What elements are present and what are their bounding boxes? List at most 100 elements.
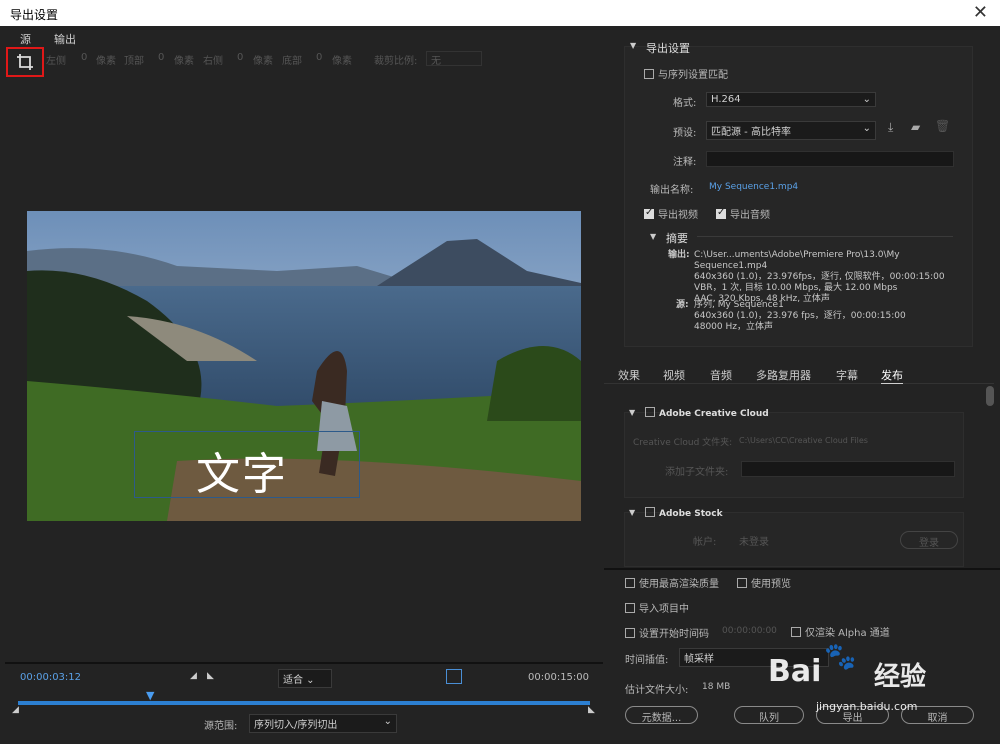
- zoom-fit-value: 适合: [283, 675, 303, 686]
- summary-source-line: 序列, My Sequence1: [694, 300, 784, 310]
- stock-chevron-icon[interactable]: ▼: [629, 508, 635, 517]
- summary-source-details: 序列, My Sequence1 640x360 (1.0)，23.976 fp…: [694, 300, 964, 333]
- tab-video[interactable]: 视频: [663, 367, 685, 383]
- watermark-brand-cn: 经验: [874, 662, 927, 692]
- cc-subfolder-input[interactable]: [741, 461, 955, 477]
- export-audio-label: 导出音频: [730, 210, 770, 221]
- cc-chevron-icon[interactable]: ▼: [629, 408, 635, 417]
- current-timecode[interactable]: 00:00:03:12: [20, 672, 81, 683]
- max-quality-checkbox[interactable]: 使用最高渲染质量: [625, 575, 719, 590]
- crop-px-label: 像素: [253, 56, 273, 67]
- timeline-range-bar[interactable]: [18, 701, 590, 705]
- alpha-only-label: 仅渲染 Alpha 通道: [805, 628, 890, 639]
- login-button[interactable]: 登录: [900, 531, 958, 549]
- creative-cloud-section: [624, 412, 964, 498]
- export-settings-header: 导出设置: [646, 42, 690, 55]
- export-video-checkbox[interactable]: 导出视频: [644, 206, 698, 221]
- set-start-tc-label: 设置开始时间码: [639, 629, 709, 640]
- stock-header: Adobe Stock: [659, 509, 723, 519]
- crop-settings-bar: 左侧 0 像素 顶部 0 像素 右侧 0 像素 底部 0 像素 裁剪比例: 无: [46, 51, 596, 68]
- cc-folder-value[interactable]: C:\Users\CC\Creative Cloud Files: [739, 436, 868, 445]
- summary-output-details: C:\User...uments\Adobe\Premiere Pro\13.0…: [694, 250, 964, 305]
- baidu-watermark: Bai 🐾 经验 jingyan.baidu.com: [760, 642, 960, 720]
- tab-source[interactable]: 源: [20, 31, 31, 48]
- crop-bottom-label: 底部: [282, 56, 302, 67]
- import-project-checkbox[interactable]: 导入项目中: [625, 600, 689, 615]
- mark-in-icon[interactable]: ◢: [190, 671, 197, 681]
- stock-account-value: 未登录: [739, 537, 769, 548]
- summary-header: 摘要: [666, 232, 688, 245]
- metadata-button[interactable]: 元数据...: [625, 706, 698, 724]
- tab-captions[interactable]: 字幕: [836, 367, 858, 383]
- crop-top-label: 顶部: [124, 56, 144, 67]
- summary-source-line: 48000 Hz，立体声: [694, 322, 773, 332]
- export-audio-checkbox[interactable]: 导出音频: [716, 206, 770, 221]
- in-point-icon[interactable]: ◢: [12, 705, 19, 715]
- crop-px-label: 像素: [96, 56, 116, 67]
- summary-chevron-icon[interactable]: ▼: [650, 232, 656, 241]
- filesize-label: 估计文件大小:: [625, 685, 689, 696]
- filesize-value: 18 MB: [702, 682, 731, 692]
- use-preview-checkbox[interactable]: 使用预览: [737, 575, 791, 590]
- cc-checkbox[interactable]: Adobe Creative Cloud: [645, 407, 769, 419]
- alpha-only-checkbox[interactable]: 仅渲染 Alpha 通道: [791, 624, 890, 639]
- cc-header: Adobe Creative Cloud: [659, 409, 769, 419]
- tab-output[interactable]: 输出: [54, 31, 76, 47]
- comment-label: 注释:: [673, 157, 697, 168]
- scrollbar-thumb[interactable]: [986, 386, 994, 406]
- format-value: H.264: [711, 94, 741, 105]
- paw-icon: 🐾: [824, 642, 857, 672]
- source-range-select[interactable]: 序列切入/序列切出 ⌄: [249, 714, 397, 733]
- match-sequence-checkbox[interactable]: 与序列设置匹配: [644, 66, 728, 81]
- summary-divider: [697, 236, 953, 237]
- mark-out-icon[interactable]: ◣: [207, 671, 214, 681]
- cc-subfolder-label: 添加子文件夹:: [665, 467, 729, 478]
- comment-input[interactable]: [706, 151, 954, 167]
- window-title: 导出设置: [10, 8, 59, 22]
- playhead-icon[interactable]: ▼: [146, 689, 154, 702]
- crop-ratio-label: 裁剪比例:: [374, 56, 418, 67]
- stock-checkbox[interactable]: Adobe Stock: [645, 507, 723, 519]
- time-interp-label: 时间插值:: [625, 655, 669, 666]
- crop-px-label: 像素: [332, 56, 352, 67]
- crop-left-value[interactable]: 0: [81, 52, 87, 63]
- crop-icon: [17, 54, 33, 70]
- tab-publish[interactable]: 发布: [881, 367, 903, 384]
- cc-folder-label: Creative Cloud 文件夹:: [633, 438, 733, 448]
- set-start-tc-checkbox[interactable]: 设置开始时间码: [625, 625, 709, 640]
- start-timecode[interactable]: 00:00:00:00: [722, 626, 777, 636]
- output-name-label: 输出名称:: [650, 185, 694, 196]
- preset-value: 匹配源 - 高比特率: [711, 127, 791, 138]
- format-label: 格式:: [673, 98, 697, 109]
- tab-audio[interactable]: 音频: [710, 367, 732, 383]
- max-quality-label: 使用最高渲染质量: [639, 579, 719, 590]
- summary-output-line: 640x360 (1.0)，23.976fps，逐行, 仅限软件，00:00:1…: [694, 272, 945, 282]
- stock-account-label: 帐户:: [693, 537, 717, 548]
- summary-source-line: 640x360 (1.0)，23.976 fps，逐行，00:00:15:00: [694, 311, 906, 321]
- out-point-icon[interactable]: ◣: [588, 705, 595, 715]
- close-icon[interactable]: ✕: [973, 2, 988, 23]
- crop-tool-button[interactable]: [6, 47, 44, 77]
- crop-ratio-select[interactable]: 无: [426, 51, 482, 67]
- import-preset-icon[interactable]: ▰: [911, 120, 920, 134]
- crop-right-label: 右侧: [203, 56, 223, 67]
- overlay-text: 文字: [196, 449, 288, 500]
- save-preset-icon[interactable]: ⤓: [888, 120, 893, 135]
- summary-output-line: C:\User...uments\Adobe\Premiere Pro\13.0…: [694, 250, 900, 271]
- tab-effects[interactable]: 效果: [618, 367, 640, 383]
- crop-top-value[interactable]: 0: [158, 52, 164, 63]
- summary-source-label: 源:: [676, 300, 689, 310]
- aspect-toggle-icon[interactable]: [446, 669, 462, 684]
- source-range-value: 序列切入/序列切出: [254, 720, 338, 731]
- crop-bottom-value[interactable]: 0: [316, 52, 322, 63]
- chevron-down-icon[interactable]: ▼: [630, 41, 636, 50]
- delete-preset-icon[interactable]: 🗑: [935, 119, 950, 133]
- source-range-label: 源范围:: [204, 721, 238, 732]
- zoom-fit-select[interactable]: 适合 ⌄: [278, 669, 332, 688]
- crop-px-label: 像素: [174, 56, 194, 67]
- preset-select[interactable]: 匹配源 - 高比特率 ⌄: [706, 121, 876, 140]
- output-name-link[interactable]: My Sequence1.mp4: [709, 182, 798, 192]
- format-select[interactable]: H.264 ⌄: [706, 92, 876, 107]
- crop-right-value[interactable]: 0: [237, 52, 243, 63]
- tab-multiplexer[interactable]: 多路复用器: [756, 367, 811, 383]
